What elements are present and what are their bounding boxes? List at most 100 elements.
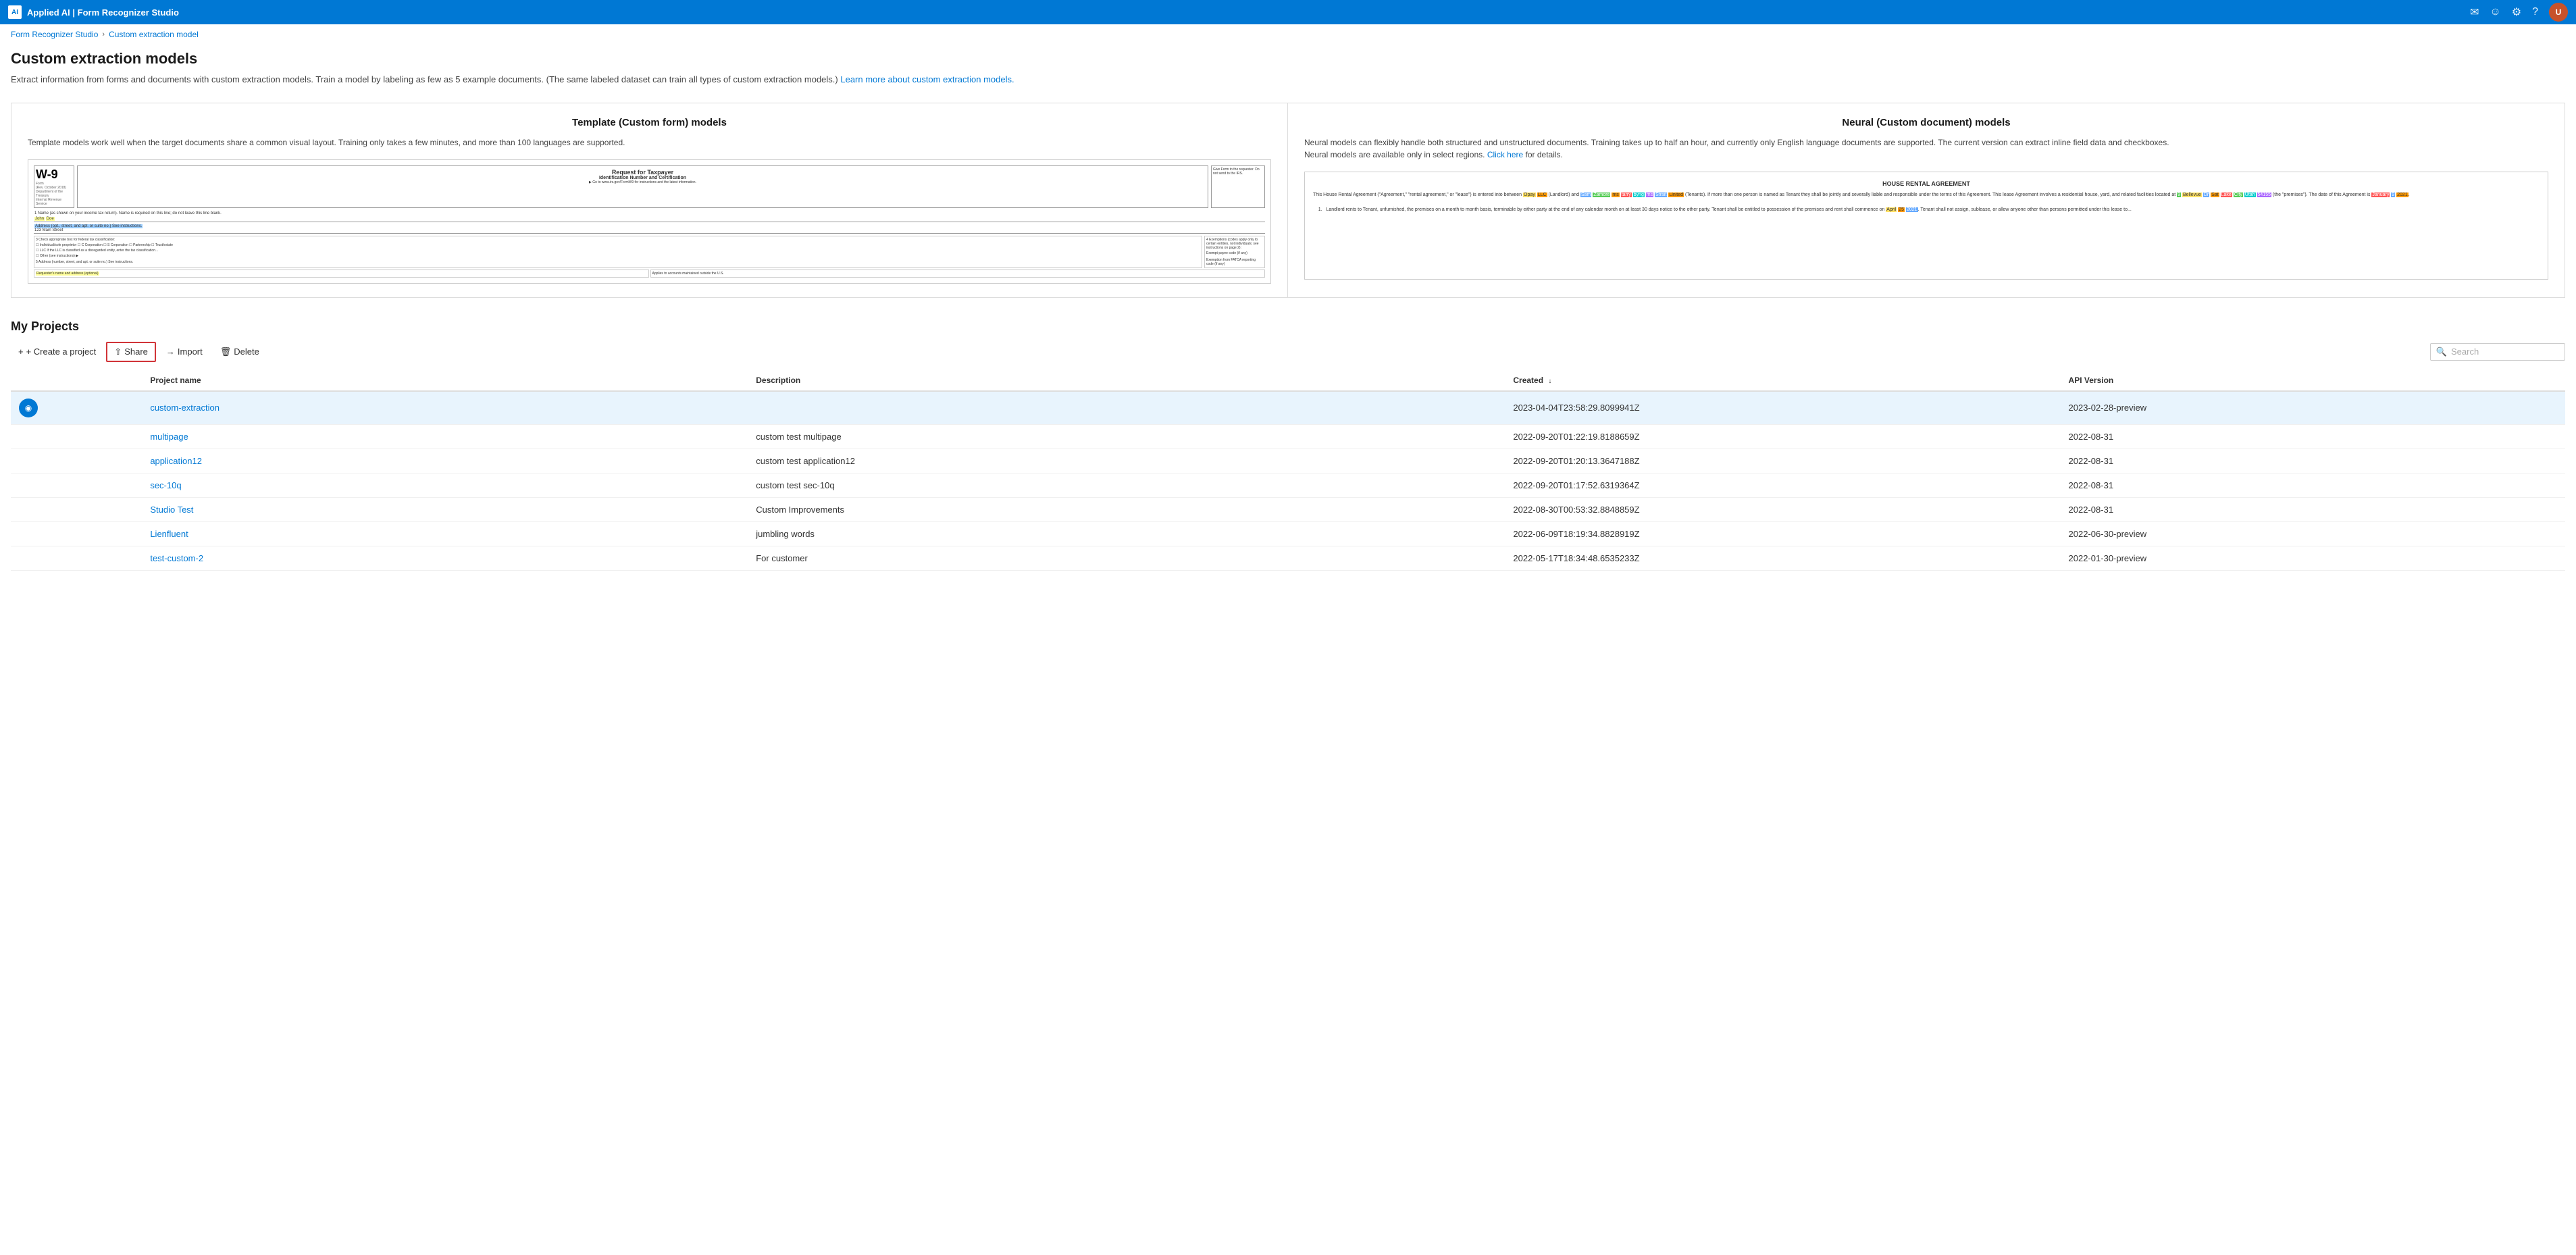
projects-title: My Projects — [11, 319, 2565, 334]
row-name-cell: application12 — [142, 449, 748, 473]
app-title: Applied AI | Form Recognizer Studio — [27, 7, 179, 18]
search-box[interactable]: 🔍 — [2430, 343, 2565, 361]
topbar-right: ✉ ☺ ⚙ ? U — [2470, 3, 2568, 22]
table-row[interactable]: sec-10q custom test sec-10q2022-09-20T01:… — [11, 473, 2565, 497]
share-button[interactable]: ⇧ Share — [106, 342, 156, 362]
row-name-cell: custom-extraction — [142, 391, 748, 425]
template-card-desc: Template models work well when the targe… — [28, 136, 1271, 149]
projects-toolbar: + + Create a project ⇧ Share → Import 🗑 … — [11, 342, 2565, 362]
row-api-version-cell: 2022-08-31 — [2061, 497, 2565, 521]
neural-card-desc: Neural models can flexibly handle both s… — [1304, 136, 2548, 161]
search-icon: 🔍 — [2436, 347, 2447, 357]
project-name-link[interactable]: Lienfluent — [150, 529, 188, 539]
row-description-cell: custom test sec-10q — [748, 473, 1505, 497]
row-select-cell — [11, 473, 142, 497]
page-title: Custom extraction models — [11, 50, 2565, 68]
row-description-cell: jumbling words — [748, 521, 1505, 546]
table-row[interactable]: application12 custom test application12 20… — [11, 449, 2565, 473]
project-name-link[interactable]: application12 — [150, 456, 202, 466]
delete-button[interactable]: 🗑 Delete — [213, 342, 267, 361]
row-created-cell: 2023-04-04T23:58:29.8099941Z — [1505, 391, 2060, 425]
row-select-cell — [11, 546, 142, 570]
row-name-cell: sec-10q — [142, 473, 748, 497]
row-api-version-cell: 2022-01-30-preview — [2061, 546, 2565, 570]
col-header-description: Description — [748, 370, 1505, 391]
row-name-cell: Lienfluent — [142, 521, 748, 546]
row-created-cell: 2022-09-20T01:17:52.6319364Z — [1505, 473, 2060, 497]
project-name-link[interactable]: test-custom-2 — [150, 553, 203, 563]
import-button[interactable]: → Import — [159, 342, 210, 361]
main-content: Custom extraction models Extract informa… — [0, 45, 2576, 587]
row-description-cell: custom test application12 — [748, 449, 1505, 473]
create-project-button[interactable]: + + Create a project — [11, 342, 103, 361]
row-created-cell: 2022-08-30T00:53:32.8848859Z — [1505, 497, 2060, 521]
row-created-cell: 2022-05-17T18:34:48.6535233Z — [1505, 546, 2060, 570]
row-project-icon: ◉ — [19, 399, 38, 417]
row-api-version-cell: 2023-02-28-preview — [2061, 391, 2565, 425]
page-description: Extract information from forms and docum… — [11, 73, 2565, 86]
template-doc-preview: W-9 Form(Rev. October 2018)Department of… — [28, 159, 1271, 284]
neural-doc-preview: HOUSE RENTAL AGREEMENT This House Rental… — [1304, 172, 2548, 280]
row-select-cell — [11, 449, 142, 473]
breadcrumb: Form Recognizer Studio › Custom extracti… — [0, 24, 2576, 45]
chat-icon[interactable]: ✉ — [2470, 5, 2479, 19]
projects-section: My Projects + + Create a project ⇧ Share… — [11, 319, 2565, 571]
model-cards-container: Template (Custom form) models Template m… — [11, 103, 2565, 298]
row-api-version-cell: 2022-08-31 — [2061, 449, 2565, 473]
template-card-title: Template (Custom form) models — [28, 117, 1271, 128]
learn-more-link[interactable]: Learn more about custom extraction model… — [840, 74, 1014, 84]
template-model-card: Template (Custom form) models Template m… — [11, 103, 1288, 297]
row-api-version-cell: 2022-06-30-preview — [2061, 521, 2565, 546]
row-api-version-cell: 2022-08-31 — [2061, 424, 2565, 449]
row-created-cell: 2022-09-20T01:22:19.8188659Z — [1505, 424, 2060, 449]
neural-model-card: Neural (Custom document) models Neural m… — [1288, 103, 2565, 297]
user-avatar[interactable]: U — [2549, 3, 2568, 22]
project-name-link[interactable]: multipage — [150, 432, 188, 442]
project-name-link[interactable]: custom-extraction — [150, 403, 220, 413]
neural-click-here-link[interactable]: Click here — [1487, 150, 1523, 159]
table-row[interactable]: ◉ custom-extraction 2023-04-04T23:58:29.80… — [11, 391, 2565, 425]
col-header-name: Project name — [142, 370, 748, 391]
help-icon[interactable]: ? — [2532, 6, 2538, 18]
row-select-cell — [11, 521, 142, 546]
row-description-cell — [748, 391, 1505, 425]
row-description-cell: Custom Improvements — [748, 497, 1505, 521]
projects-table: Project name Description Created ↓ API V… — [11, 370, 2565, 571]
topbar: AI Applied AI | Form Recognizer Studio ✉… — [0, 0, 2576, 24]
project-name-link[interactable]: Studio Test — [150, 505, 193, 515]
settings-icon[interactable]: ⚙ — [2512, 5, 2521, 19]
breadcrumb-separator: › — [102, 30, 105, 39]
breadcrumb-current[interactable]: Custom extraction model — [109, 30, 199, 39]
col-header-checkbox — [11, 370, 142, 391]
neural-card-title: Neural (Custom document) models — [1304, 117, 2548, 128]
row-name-cell: Studio Test — [142, 497, 748, 521]
search-input[interactable] — [2451, 347, 2559, 357]
table-header: Project name Description Created ↓ API V… — [11, 370, 2565, 391]
row-description-cell: For customer — [748, 546, 1505, 570]
table-row[interactable]: Lienfluent jumbling words2022-06-09T18:19… — [11, 521, 2565, 546]
row-description-cell: custom test multipage — [748, 424, 1505, 449]
smiley-icon[interactable]: ☺ — [2490, 6, 2500, 18]
row-created-cell: 2022-06-09T18:19:34.8828919Z — [1505, 521, 2060, 546]
import-icon: → — [166, 347, 175, 357]
delete-icon: 🗑 — [220, 347, 232, 357]
row-name-cell: test-custom-2 — [142, 546, 748, 570]
row-api-version-cell: 2022-08-31 — [2061, 473, 2565, 497]
row-select-cell: ◉ — [11, 391, 142, 425]
table-header-row: Project name Description Created ↓ API V… — [11, 370, 2565, 391]
col-header-created[interactable]: Created ↓ — [1505, 370, 2060, 391]
create-icon: + — [18, 347, 24, 357]
share-icon: ⇧ — [114, 347, 122, 357]
project-name-link[interactable]: sec-10q — [150, 480, 181, 490]
app-logo: AI — [8, 5, 22, 19]
sort-arrow-created: ↓ — [1548, 378, 1551, 385]
breadcrumb-home[interactable]: Form Recognizer Studio — [11, 30, 98, 39]
row-select-cell — [11, 424, 142, 449]
table-row[interactable]: test-custom-2 For customer2022-05-17T18:3… — [11, 546, 2565, 570]
table-row[interactable]: multipage custom test multipage2022-09-20… — [11, 424, 2565, 449]
topbar-left: AI Applied AI | Form Recognizer Studio — [8, 5, 179, 19]
col-header-api: API Version — [2061, 370, 2565, 391]
table-row[interactable]: Studio Test Custom Improvements2022-08-30… — [11, 497, 2565, 521]
row-select-cell — [11, 497, 142, 521]
row-name-cell: multipage — [142, 424, 748, 449]
